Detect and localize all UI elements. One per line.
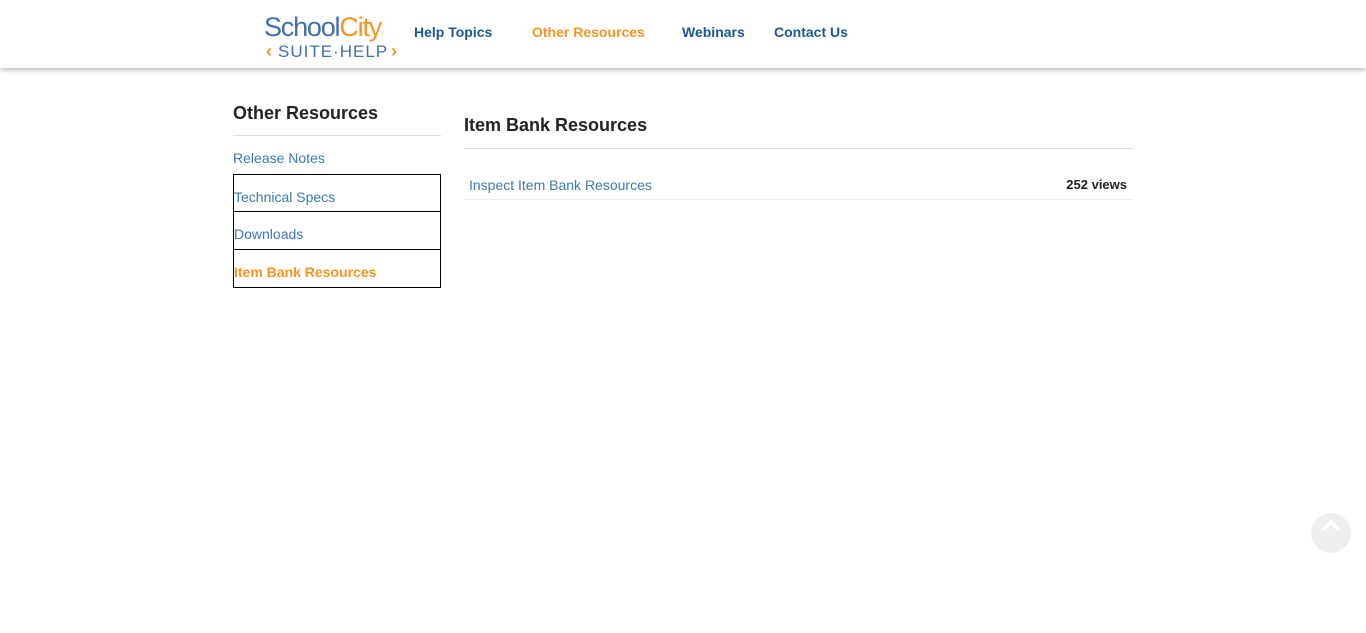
sidebar-item-item-bank-resources[interactable]: Item Bank Resources [233, 250, 441, 288]
sidebar-item-release-notes[interactable]: Release Notes [233, 147, 441, 174]
logo-subtitle: ‹ SUITE·HELP › [266, 41, 399, 61]
nav-other-resources[interactable]: Other Resources [532, 24, 645, 40]
nav-webinars[interactable]: Webinars [682, 24, 745, 40]
scroll-to-top-button[interactable] [1311, 513, 1351, 553]
article-link[interactable]: Inspect Item Bank Resources [469, 176, 652, 194]
sidebar-title: Other Resources [233, 101, 441, 136]
nav-help-topics[interactable]: Help Topics [414, 24, 492, 40]
chevron-left-icon: ‹ [266, 41, 273, 61]
article-view-count: 252 views [1066, 177, 1127, 192]
logo[interactable]: SchoolCity. ‹ SUITE·HELP › [262, 12, 402, 62]
chevron-right-icon: › [391, 41, 399, 61]
chevron-up-icon [1322, 520, 1340, 531]
sidebar-list: Release Notes Technical Specs Downloads … [233, 147, 441, 288]
sidebar: Other Resources Release Notes Technical … [233, 101, 441, 288]
sidebar-item-downloads[interactable]: Downloads [233, 212, 441, 250]
article-row: Inspect Item Bank Resources 252 views [464, 149, 1133, 200]
site-header: SchoolCity. ‹ SUITE·HELP › Help Topics Oth… [0, 0, 1366, 68]
page-title: Item Bank Resources [464, 113, 1133, 149]
sidebar-item-technical-specs[interactable]: Technical Specs [233, 174, 441, 212]
main-content: Item Bank Resources Inspect Item Bank Re… [464, 113, 1133, 200]
nav-contact-us[interactable]: Contact Us [774, 24, 848, 40]
